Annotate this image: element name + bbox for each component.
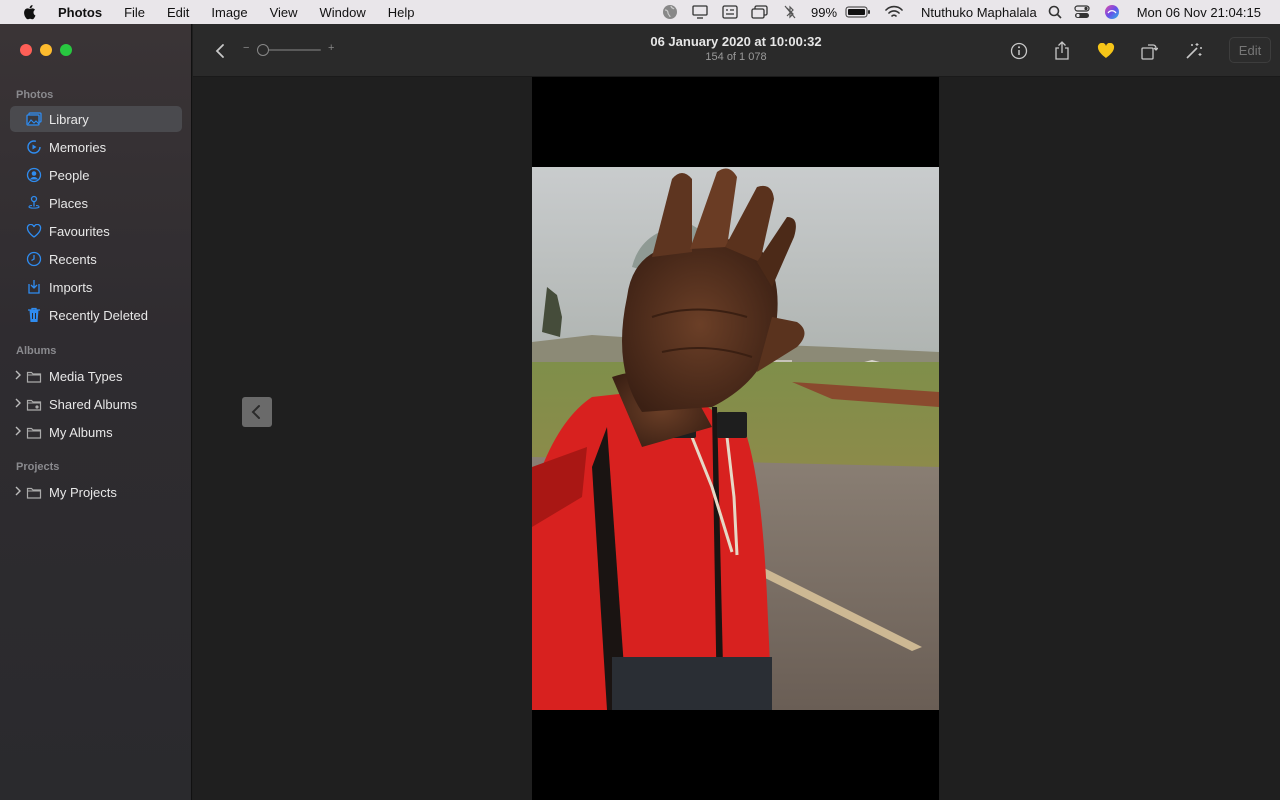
globe-icon[interactable] [655, 0, 685, 24]
sidebar-item-label: Library [49, 111, 89, 127]
places-icon [26, 195, 42, 211]
folder-icon [26, 368, 42, 384]
photo-frame [532, 77, 939, 800]
folder-icon [26, 484, 42, 500]
import-icon [26, 279, 42, 295]
minimize-window-button[interactable] [40, 44, 52, 56]
photo-position-count: 154 of 1 078 [705, 51, 767, 63]
photos-window: Photos Library Memories People Places Fa… [0, 24, 1280, 800]
sidebar-item-memories[interactable]: Memories [10, 134, 182, 160]
sidebar-item-my-projects[interactable]: My Projects [10, 479, 182, 505]
trash-icon [26, 307, 42, 323]
people-icon [26, 167, 42, 183]
sidebar-item-favourites[interactable]: Favourites [10, 218, 182, 244]
menu-bar: Photos File Edit Image View Window Help … [0, 0, 1280, 24]
sidebar-item-label: People [49, 167, 90, 183]
sidebar-item-recently-deleted[interactable]: Recently Deleted [10, 302, 182, 328]
info-icon[interactable] [1006, 38, 1032, 64]
sidebar-item-label: Imports [49, 279, 93, 295]
menu-view[interactable]: View [270, 5, 298, 20]
photo-illustration [532, 167, 939, 710]
sidebar-item-people[interactable]: People [10, 162, 182, 188]
sidebar-item-library[interactable]: Library [10, 106, 182, 132]
sidebar-item-shared-albums[interactable]: Shared Albums [10, 391, 182, 417]
zoom-slider[interactable]: − + [243, 42, 339, 58]
favourite-heart-icon[interactable] [1093, 38, 1119, 64]
sidebar-item-media-types[interactable]: Media Types [10, 363, 182, 389]
display-icon[interactable] [685, 0, 715, 24]
folder-icon [26, 424, 42, 440]
sidebar-item-label: Favourites [49, 223, 110, 239]
wifi-icon[interactable] [879, 0, 909, 24]
control-center-icon[interactable] [1067, 0, 1097, 24]
sidebar-item-label: My Projects [49, 484, 117, 500]
library-icon [26, 111, 42, 127]
zoom-window-button[interactable] [60, 44, 72, 56]
heart-icon [26, 223, 42, 239]
window-controls [20, 44, 72, 56]
sidebar-item-label: My Albums [49, 424, 113, 440]
user-name[interactable]: Ntuthuko Maphalala [921, 5, 1037, 20]
close-window-button[interactable] [20, 44, 32, 56]
zoom-knob[interactable] [257, 44, 269, 56]
sidebar-item-my-albums[interactable]: My Albums [10, 419, 182, 445]
chevron-right-icon[interactable] [14, 397, 24, 411]
clock-icon [26, 251, 42, 267]
apple-menu-icon[interactable] [0, 4, 58, 20]
sidebar-item-recents[interactable]: Recents [10, 246, 182, 272]
rotate-icon[interactable] [1136, 38, 1162, 64]
zoom-track[interactable] [261, 49, 321, 51]
sidebar-item-label: Media Types [49, 368, 123, 384]
toolbar: − + 06 January 2020 at 10:00:32 154 of 1… [193, 24, 1280, 77]
sidebar-item-label: Places [49, 195, 89, 211]
zoom-in-label[interactable]: + [328, 42, 334, 54]
sidebar-item-label: Shared Albums [49, 396, 138, 412]
sidebar-item-label: Recently Deleted [49, 307, 148, 323]
memories-icon [26, 139, 42, 155]
menu-image[interactable]: Image [211, 5, 247, 20]
zoom-out-label[interactable]: − [243, 42, 249, 54]
menu-file[interactable]: File [124, 5, 145, 20]
menu-help[interactable]: Help [388, 5, 415, 20]
sidebar-item-imports[interactable]: Imports [10, 274, 182, 300]
sidebar-item-places[interactable]: Places [10, 190, 182, 216]
share-icon[interactable] [1049, 38, 1075, 64]
shared-folder-icon [26, 396, 42, 412]
edit-button[interactable]: Edit [1229, 37, 1271, 63]
photo-title-block: 06 January 2020 at 10:00:32 154 of 1 078 [636, 34, 836, 63]
window-overlap-icon[interactable] [745, 0, 775, 24]
battery-icon[interactable] [843, 0, 873, 24]
sidebar-item-label: Recents [49, 251, 97, 267]
bluetooth-off-icon[interactable] [775, 0, 805, 24]
keyboard-icon[interactable] [715, 0, 745, 24]
sidebar-item-label: Memories [49, 139, 107, 155]
menu-app-name[interactable]: Photos [58, 5, 102, 20]
section-label-photos: Photos [16, 89, 54, 101]
search-icon[interactable] [1043, 0, 1067, 24]
siri-icon[interactable] [1097, 0, 1127, 24]
photo-image[interactable] [532, 167, 939, 710]
chevron-right-icon[interactable] [14, 369, 24, 383]
auto-enhance-icon[interactable] [1181, 38, 1207, 64]
previous-photo-button[interactable] [242, 397, 272, 427]
photo-date-title: 06 January 2020 at 10:00:32 [650, 34, 822, 49]
back-chevron-icon[interactable] [211, 41, 231, 61]
section-label-projects: Projects [16, 461, 60, 473]
menu-edit[interactable]: Edit [167, 5, 189, 20]
clock[interactable]: Mon 06 Nov 21:04:15 [1137, 5, 1261, 20]
battery-percentage: 99% [811, 4, 838, 20]
sidebar: Photos Library Memories People Places Fa… [0, 24, 192, 800]
chevron-right-icon[interactable] [14, 485, 24, 499]
chevron-right-icon[interactable] [14, 425, 24, 439]
section-label-albums: Albums [16, 345, 57, 357]
menu-window[interactable]: Window [320, 5, 366, 20]
photo-viewer [193, 77, 1280, 800]
